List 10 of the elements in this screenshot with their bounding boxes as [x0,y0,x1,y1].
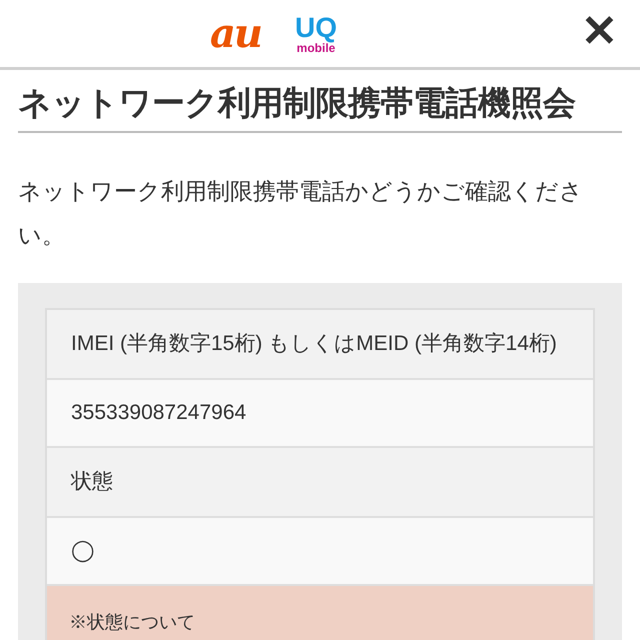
logo: au [210,14,261,54]
page-title: ネットワーク利用制限携帯電話機照会 [18,70,622,133]
row-value: 355339087247964 [47,380,593,448]
close-button[interactable]: ✕ [581,10,618,54]
note-row: ※状態について [47,586,593,640]
row-label: IMEI (半角数字15桁) もしくはMEID (半角数字14桁) [47,310,593,380]
row-label: 状態 [47,448,593,518]
row-value: ◯ [47,518,593,586]
logo: UQ mobile [295,14,337,54]
description: ネットワーク利用制限携帯電話かどうかご確認ください。 [18,177,584,250]
